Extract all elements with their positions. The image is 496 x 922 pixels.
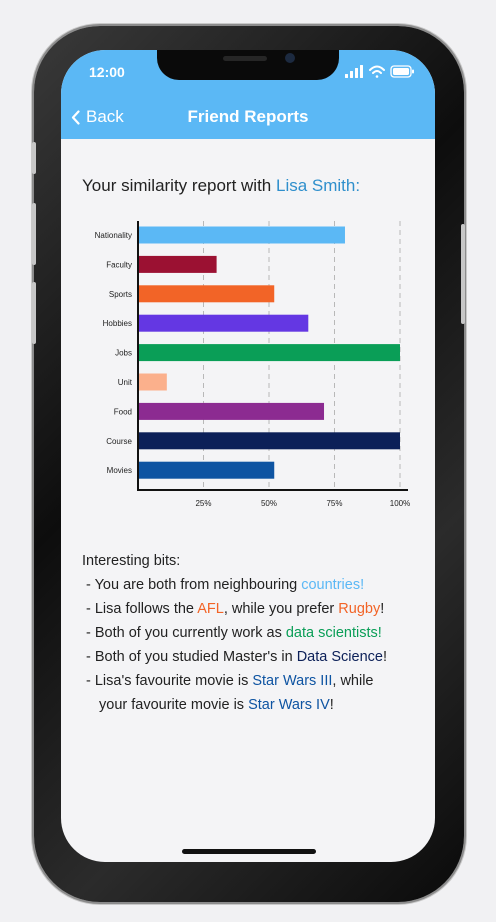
bar xyxy=(138,226,345,244)
bar xyxy=(138,432,400,450)
bit-highlight: Star Wars III xyxy=(252,673,333,689)
bar xyxy=(138,461,275,479)
category-label: Sports xyxy=(109,290,132,299)
bar xyxy=(138,285,275,303)
category-label: Jobs xyxy=(115,349,132,358)
bit-text: - Lisa's favourite movie is xyxy=(86,673,253,689)
signal-icon xyxy=(345,65,363,78)
category-label: Faculty xyxy=(106,260,132,269)
x-tick-label: 50% xyxy=(261,499,277,508)
home-indicator[interactable] xyxy=(182,849,316,854)
phone-screen: 12:00 Back Friend Reports Your similarit… xyxy=(61,50,435,862)
bit-highlight: countries! xyxy=(301,577,365,593)
category-label: Hobbies xyxy=(103,319,132,328)
bits-title: Interesting bits: xyxy=(82,553,181,569)
bit-highlight: Star Wars IV xyxy=(248,697,330,713)
bit-text: your favourite movie is xyxy=(99,697,249,713)
similarity-bar-chart: 25% 50% 75% 100% Nationality Faculty Sports Hob… xyxy=(95,221,410,508)
navigation-bar: Back Friend Reports xyxy=(61,95,435,139)
speaker-grille xyxy=(223,56,267,61)
bit-text: - Both of you studied Master's in xyxy=(86,649,297,665)
bar xyxy=(138,314,309,332)
category-label: Movies xyxy=(107,466,132,475)
bar xyxy=(138,344,400,362)
battery-icon xyxy=(390,65,414,78)
notch xyxy=(157,50,339,80)
bit-line: - You are both from neighbouring countri… xyxy=(82,573,387,597)
bit-highlight: data scientists! xyxy=(285,625,382,641)
friend-name: Lisa Smith: xyxy=(276,176,361,195)
report-heading: Your similarity report with Lisa Smith: xyxy=(82,176,360,196)
wifi-icon xyxy=(369,65,385,78)
page-title: Friend Reports xyxy=(187,107,309,126)
bit-text: - Both of you currently work as xyxy=(86,625,286,641)
power-button xyxy=(461,224,465,324)
bit-highlight: Data Science xyxy=(296,649,383,665)
category-label: Food xyxy=(114,407,132,416)
front-camera xyxy=(285,53,295,63)
bar xyxy=(138,402,325,420)
bit-line: - Lisa's favourite movie is Star Wars II… xyxy=(82,669,387,693)
bit-text: ! xyxy=(380,601,385,617)
silent-switch xyxy=(32,142,36,174)
bit-text: , while xyxy=(332,673,374,689)
category-label: Unit xyxy=(118,378,133,387)
bar xyxy=(138,373,167,391)
x-tick-label: 100% xyxy=(390,499,410,508)
status-time: 12:00 xyxy=(89,64,125,80)
volume-up-button xyxy=(32,203,36,265)
interesting-bits: Interesting bits: - You are both from ne… xyxy=(82,549,387,717)
system-icons xyxy=(345,65,414,78)
category-label: Nationality xyxy=(95,231,132,240)
bit-text: , while you prefer xyxy=(223,601,339,617)
bit-text: ! xyxy=(382,649,387,665)
bit-line: your favourite movie is Star Wars IV! xyxy=(82,693,387,717)
volume-down-button xyxy=(32,282,36,344)
bit-line: - Both of you currently work as data sci… xyxy=(82,621,387,645)
bit-text: - You are both from neighbouring xyxy=(86,577,302,593)
bits-list: - You are both from neighbouring countri… xyxy=(82,573,387,717)
x-tick-label: 75% xyxy=(326,499,342,508)
report-content: Your similarity report with Lisa Smith: … xyxy=(61,139,435,862)
bit-text: - Lisa follows the xyxy=(86,601,198,617)
x-tick-label: 25% xyxy=(195,499,211,508)
category-label: Course xyxy=(106,437,132,446)
bit-line: - Both of you studied Master's in Data S… xyxy=(82,645,387,669)
bit-line: - Lisa follows the AFL, while you prefer… xyxy=(82,597,387,621)
heading-prefix: Your similarity report with xyxy=(82,176,276,195)
bit-highlight: AFL xyxy=(197,601,224,617)
bar xyxy=(138,255,217,273)
bit-highlight: Rugby xyxy=(338,601,381,617)
bit-text: ! xyxy=(329,697,334,713)
